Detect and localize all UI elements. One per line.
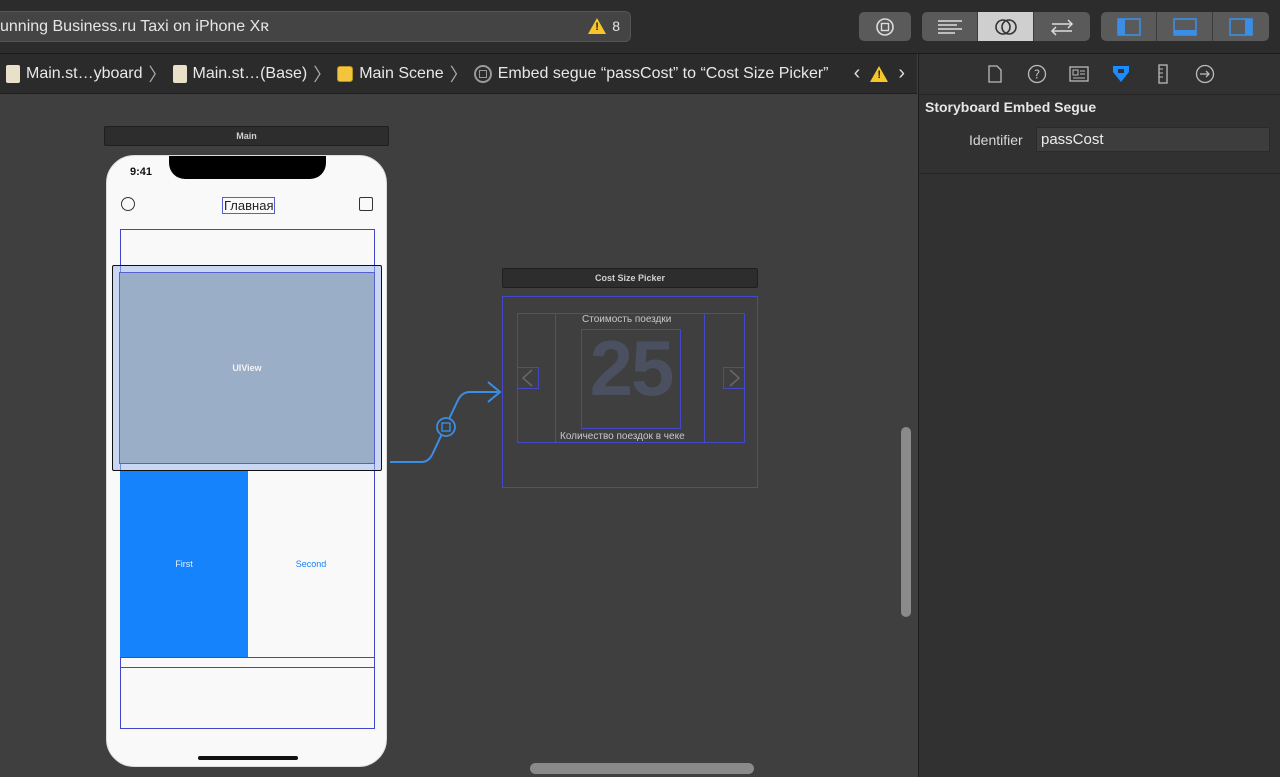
trips-count-label[interactable]: Количество поездок в чеке [560, 431, 685, 442]
status-text: unning Business.ru Taxi on iPhone Xʀ [0, 18, 269, 35]
jump-bar: Main.st…yboard 〉 Main.st…(Base) 〉 Main S… [0, 54, 917, 94]
main-scene-title-bar[interactable]: Main [104, 126, 389, 146]
previous-issue-icon[interactable]: ‹ [854, 62, 861, 85]
inspector-section-title: Storyboard Embed Segue [925, 99, 1097, 115]
warning-icon[interactable] [870, 65, 889, 82]
horizontal-scrollbar[interactable] [530, 763, 754, 774]
status-bar-time: 9:41 [130, 166, 153, 178]
svg-text:?: ? [1033, 68, 1039, 82]
standard-editor-button[interactable] [922, 12, 978, 41]
warning-icon [588, 18, 607, 34]
breadcrumb-label: Main.st…(Base) [192, 64, 308, 82]
right-panel-icon [1229, 17, 1253, 36]
size-inspector-icon[interactable] [1151, 62, 1175, 86]
attributes-inspector: ? Storyboard Embed Segue Identifier pass… [918, 54, 1280, 777]
breadcrumb-segue[interactable]: Embed segue “passCost” to “Cost Size Pic… [473, 64, 829, 83]
storyboard-file-icon [6, 64, 20, 83]
navigator-toggle-button[interactable] [1101, 12, 1157, 41]
file-inspector-icon[interactable] [983, 62, 1007, 86]
cost-number-label[interactable]: 25 [581, 329, 681, 407]
identifier-label: Identifier [969, 132, 1023, 148]
embed-segue-arrow[interactable] [380, 375, 510, 470]
storyboard-base-file-icon [172, 64, 187, 83]
logout-icon[interactable] [359, 197, 373, 211]
help-inspector-icon[interactable]: ? [1025, 62, 1049, 86]
library-button[interactable] [859, 12, 911, 41]
breadcrumb-storyboard-base[interactable]: Main.st…(Base) [172, 64, 308, 83]
inspector-tabs: ? [919, 54, 1280, 95]
panel-visibility-control [1101, 12, 1269, 41]
breadcrumb-label: Embed segue “passCost” to “Cost Size Pic… [497, 64, 829, 82]
connections-inspector-icon[interactable] [1193, 62, 1217, 86]
toolbar: unning Business.ru Taxi on iPhone Xʀ 8 [0, 0, 1280, 54]
nav-title[interactable]: Главная [222, 197, 276, 214]
identifier-field[interactable]: passCost [1036, 127, 1270, 152]
chevron-right-icon: 〉 [449, 64, 468, 85]
inspector-toggle-button[interactable] [1213, 12, 1269, 41]
segue-icon [473, 64, 492, 83]
chevron-right-icon: 〉 [148, 64, 167, 85]
scene-icon [337, 65, 354, 82]
section-divider [919, 173, 1280, 174]
standard-editor-icon [937, 19, 962, 34]
chevron-right-icon: 〉 [313, 64, 332, 85]
breadcrumb-label: Main Scene [359, 64, 444, 82]
vertical-scrollbar[interactable] [901, 427, 911, 617]
library-icon [876, 17, 894, 36]
attributes-inspector-icon[interactable] [1109, 62, 1133, 86]
picker-scene-title-bar[interactable]: Cost Size Picker [502, 268, 758, 288]
activity-status-field: unning Business.ru Taxi on iPhone Xʀ 8 [0, 11, 631, 42]
issue-navigation: ‹ › [843, 54, 917, 93]
identity-inspector-icon[interactable] [1067, 62, 1091, 86]
left-panel-icon [1116, 17, 1141, 36]
version-editor-button[interactable] [1034, 12, 1090, 41]
version-editor-icon [1050, 18, 1074, 36]
spacer-outline [120, 657, 375, 668]
warning-indicator[interactable]: 8 [588, 18, 620, 34]
segue-icon [436, 417, 456, 437]
breadcrumb-scene[interactable]: Main Scene [337, 65, 444, 83]
history-icon[interactable] [121, 197, 135, 211]
breadcrumb-label: Main.st…yboard [26, 64, 143, 82]
second-tab-view[interactable]: Second [248, 471, 374, 657]
chevron-right-icon[interactable] [723, 367, 745, 389]
trip-cost-label[interactable]: Стоимость поездки [582, 314, 671, 325]
next-issue-icon[interactable]: › [898, 62, 905, 85]
first-tab-view[interactable]: First [120, 471, 248, 657]
home-indicator [198, 756, 298, 760]
uiview-label: UIView [119, 272, 375, 464]
warning-count: 8 [612, 18, 620, 34]
editor-mode-control [922, 12, 1090, 41]
cost-size-picker-controller[interactable]: 25 Стоимость поездки Количество поездок … [502, 296, 758, 488]
assistant-editor-icon [994, 18, 1017, 35]
debug-area-toggle-button[interactable] [1157, 12, 1213, 41]
device-notch [169, 156, 326, 179]
assistant-editor-button[interactable] [978, 12, 1034, 41]
breadcrumb-storyboard[interactable]: Main.st…yboard [6, 64, 143, 83]
container-view-selected[interactable]: UIView [112, 265, 382, 471]
bottom-panel-icon [1172, 17, 1197, 36]
chevron-left-icon[interactable] [517, 367, 539, 389]
